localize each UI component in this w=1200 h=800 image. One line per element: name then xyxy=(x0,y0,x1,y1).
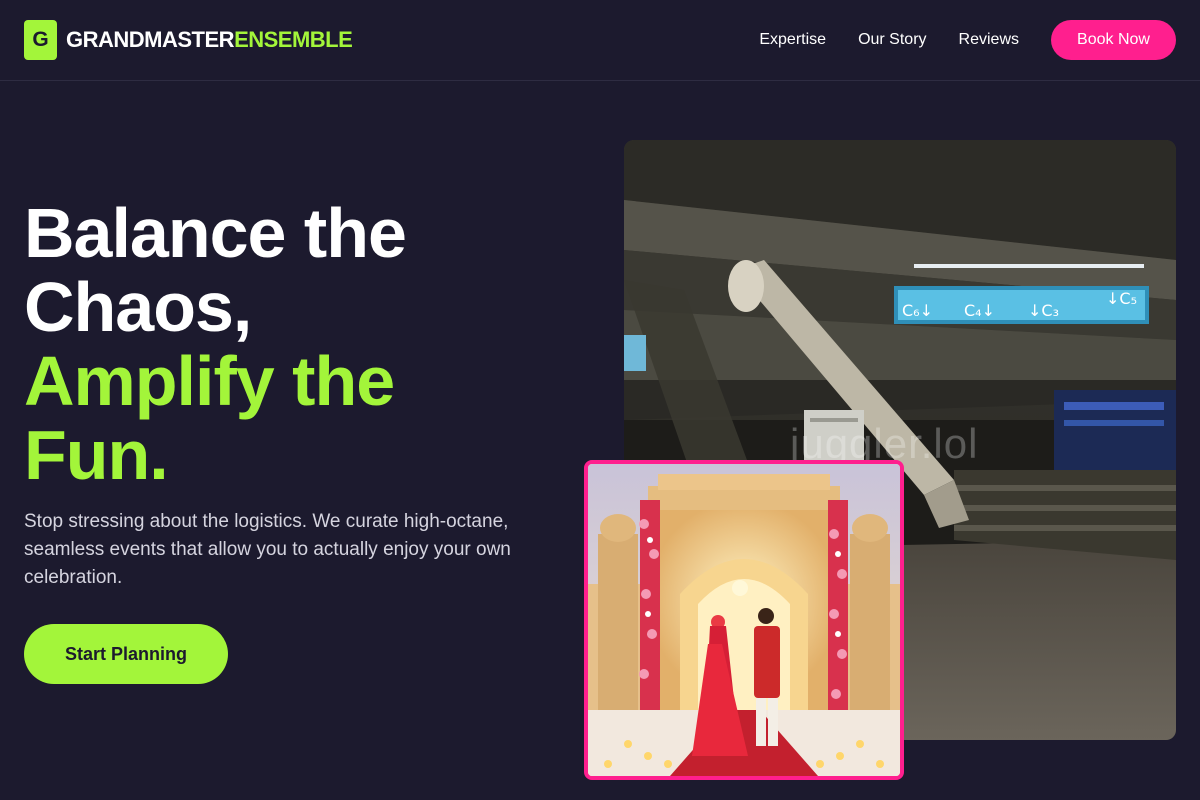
venue-sign-1: C₆↓ xyxy=(902,301,933,320)
nav-link-expertise[interactable]: Expertise xyxy=(759,31,826,49)
start-planning-button[interactable]: Start Planning xyxy=(24,624,228,684)
wedding-photo-illustration xyxy=(588,464,900,776)
nav-link-reviews[interactable]: Reviews xyxy=(959,31,1019,49)
nav-link-our-story[interactable]: Our Story xyxy=(858,31,926,49)
brand-logo[interactable]: G GRANDMASTERENSEMBLE xyxy=(24,20,353,60)
brand-name-part2: ENSEMBLE xyxy=(234,27,353,52)
venue-sign-4: ↓C₅ xyxy=(1106,289,1137,308)
hero-headline: Balance the Chaos, Amplify the Fun. xyxy=(24,194,407,494)
nav-menu: Expertise Our Story Reviews Book Now xyxy=(759,20,1176,60)
brand-name: GRANDMASTERENSEMBLE xyxy=(66,27,353,53)
headline-line-2: Chaos, xyxy=(24,268,252,346)
top-nav: G GRANDMASTERENSEMBLE Expertise Our Stor… xyxy=(0,0,1200,81)
headline-line-1: Balance the xyxy=(24,194,407,272)
venue-sign-3: ↓C₃ xyxy=(1028,301,1059,320)
hero-subtext: Stop stressing about the logistics. We c… xyxy=(24,511,511,588)
venue-sign-2: C₄↓ xyxy=(964,301,995,320)
wedding-photo xyxy=(584,460,904,780)
book-now-button[interactable]: Book Now xyxy=(1051,20,1176,60)
brand-name-part1: GRANDMASTER xyxy=(66,27,235,52)
headline-line-3: Amplify the xyxy=(24,342,395,420)
logo-mark: G xyxy=(24,20,57,60)
headline-line-4: Fun. xyxy=(24,416,169,494)
